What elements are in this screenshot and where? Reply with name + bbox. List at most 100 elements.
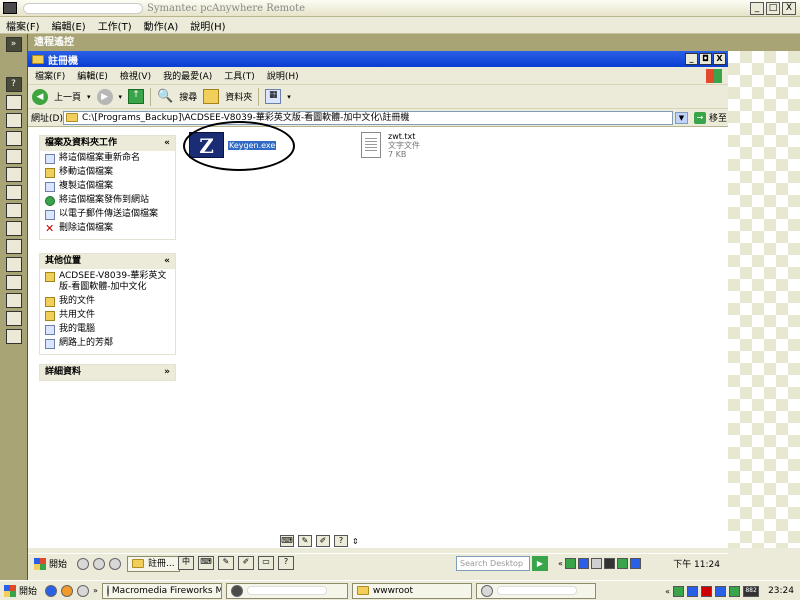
- tray-icon[interactable]: [590, 558, 602, 569]
- refresh-icon[interactable]: [5, 167, 22, 182]
- details-header[interactable]: 詳細資料 »: [40, 365, 175, 380]
- explorer-menu-tools[interactable]: 工具(T): [224, 69, 255, 82]
- menu-task[interactable]: 工作(T): [98, 18, 132, 33]
- tray-icon[interactable]: [729, 585, 741, 597]
- place-shared-documents[interactable]: 共用文件: [40, 308, 175, 322]
- explorer-close-button[interactable]: X: [713, 53, 726, 65]
- search-icon[interactable]: 🔍: [157, 89, 173, 104]
- settings-icon[interactable]: [5, 221, 22, 236]
- edit-icon[interactable]: ✐: [238, 556, 254, 570]
- display-icon[interactable]: [5, 275, 22, 290]
- menu-action[interactable]: 動作(A): [144, 18, 179, 33]
- maximize-button[interactable]: □: [766, 2, 780, 15]
- place-network[interactable]: 網路上的芳鄰: [40, 336, 175, 354]
- explorer-menu-favorites[interactable]: 我的最愛(A): [163, 69, 212, 82]
- taskbar-button-explorer[interactable]: 註冊...: [127, 555, 180, 572]
- tray-icon[interactable]: [673, 585, 685, 597]
- search-button[interactable]: 搜尋: [179, 90, 197, 103]
- taskbar-button-pcanywhere[interactable]: [225, 582, 348, 599]
- menu-edit[interactable]: 編輯(E): [52, 18, 86, 33]
- monitor-icon[interactable]: [5, 203, 22, 218]
- chevron-down-icon[interactable]: ▾: [119, 93, 123, 101]
- ime-icon[interactable]: 中: [178, 556, 194, 570]
- close-button[interactable]: X: [782, 2, 796, 15]
- explorer-restore-button[interactable]: ◘: [699, 53, 712, 65]
- explorer-menu-view[interactable]: 檢視(V): [120, 69, 151, 82]
- task-move[interactable]: 移動這個檔案: [40, 165, 175, 179]
- collapse-icon[interactable]: «: [164, 254, 170, 269]
- file-tasks-header[interactable]: 檔案及資料夾工作 «: [40, 136, 175, 151]
- address-input[interactable]: C:\[Programs_Backup]\ACDSEE-V8039-華彩英文版-…: [63, 110, 673, 125]
- taskbar-button-drive[interactable]: [475, 582, 596, 599]
- folders-button[interactable]: 資料夾: [225, 90, 252, 103]
- options-icon[interactable]: ⇕: [352, 537, 359, 546]
- menu-help[interactable]: 說明(H): [190, 18, 225, 33]
- quicklaunch-more-icon[interactable]: »: [93, 586, 98, 595]
- tray-icon[interactable]: [577, 558, 589, 569]
- address-dropdown-icon[interactable]: ▼: [675, 111, 688, 124]
- task-delete[interactable]: ✕ 刪除這個檔案: [40, 221, 175, 239]
- keyboard-icon[interactable]: ⌨: [280, 535, 294, 547]
- tray-icon[interactable]: [629, 558, 641, 569]
- go-arrow-icon[interactable]: →: [694, 111, 706, 124]
- ctrl-alt-del-icon[interactable]: [5, 185, 22, 200]
- folders-icon[interactable]: [203, 89, 220, 104]
- other-places-header[interactable]: 其他位置 «: [40, 254, 175, 269]
- end-session-icon[interactable]: [5, 329, 22, 344]
- task-email[interactable]: 以電子郵件傳送這個檔案: [40, 207, 175, 221]
- explorer-menu-help[interactable]: 說明(H): [267, 69, 299, 82]
- task-rename[interactable]: 將這個檔案重新命名: [40, 151, 175, 165]
- tray-expand-icon[interactable]: «: [558, 559, 563, 568]
- pen-icon[interactable]: ✎: [298, 535, 312, 547]
- quicklaunch-media-icon[interactable]: [93, 557, 106, 570]
- quicklaunch-ie-icon[interactable]: [77, 557, 90, 570]
- quicklaunch-app-icon[interactable]: [77, 584, 90, 597]
- expand-icon[interactable]: »: [164, 365, 170, 380]
- edit-icon[interactable]: ✐: [316, 535, 330, 547]
- chevron-down-icon[interactable]: ▾: [87, 93, 91, 101]
- place-my-computer[interactable]: 我的電腦: [40, 322, 175, 336]
- expand-sidebar-icon[interactable]: »: [5, 37, 22, 52]
- clipboard-icon[interactable]: [5, 239, 22, 254]
- views-icon[interactable]: ▦: [265, 89, 282, 104]
- help-icon[interactable]: ?: [5, 77, 22, 92]
- folder-icon[interactable]: [5, 257, 22, 272]
- chat-icon[interactable]: [5, 149, 22, 164]
- tray-icon[interactable]: [701, 585, 713, 597]
- record-icon[interactable]: [5, 293, 22, 308]
- quicklaunch-app-icon[interactable]: [61, 584, 74, 597]
- pen-icon[interactable]: ✎: [218, 556, 234, 570]
- task-copy[interactable]: 複製這個檔案: [40, 179, 175, 193]
- remote-start-button[interactable]: 開始: [28, 557, 73, 570]
- local-start-button[interactable]: 開始: [0, 584, 41, 597]
- quicklaunch-desktop-icon[interactable]: [109, 557, 122, 570]
- taskbar-button-fireworks[interactable]: Macromedia Fireworks M...: [101, 582, 222, 599]
- tray-icon[interactable]: [603, 558, 615, 569]
- taskbar-button-wwwroot[interactable]: wwwroot: [351, 582, 472, 599]
- collapse-icon[interactable]: «: [164, 136, 170, 151]
- back-arrow-icon[interactable]: ◀: [32, 88, 48, 105]
- tray-expand-icon[interactable]: «: [665, 587, 670, 596]
- tray-icon[interactable]: [687, 585, 699, 597]
- quicklaunch-ie-icon[interactable]: [45, 584, 58, 597]
- explorer-menu-file[interactable]: 檔案(F): [35, 69, 65, 82]
- minimize-button[interactable]: _: [750, 2, 764, 15]
- place-my-documents[interactable]: 我的文件: [40, 294, 175, 308]
- keyboard-icon[interactable]: ⌨: [198, 556, 214, 570]
- explorer-minimize-button[interactable]: _: [685, 53, 698, 65]
- connect-icon[interactable]: [5, 311, 22, 326]
- go-button[interactable]: 移至: [709, 111, 727, 124]
- chevron-down-icon[interactable]: ▾: [287, 93, 291, 101]
- back-button[interactable]: 上一頁: [54, 90, 81, 103]
- session-icon[interactable]: [5, 95, 22, 110]
- desktop-search-input[interactable]: Search Desktop: [456, 556, 530, 571]
- tray-badge[interactable]: 882: [743, 585, 760, 597]
- pad-icon[interactable]: ▭: [258, 556, 274, 570]
- tray-icon[interactable]: [616, 558, 628, 569]
- place-parent-folder[interactable]: ACDSEE-V8039-華彩英文版-看圖軟體-加中文化: [40, 269, 175, 294]
- explorer-menu-edit[interactable]: 編輯(E): [77, 69, 108, 82]
- file-item-zwt[interactable]: zwt.txt 文字文件 7 KB: [361, 132, 420, 159]
- tray-icon[interactable]: [564, 558, 576, 569]
- help-icon[interactable]: ?: [278, 556, 294, 570]
- screen-icon[interactable]: [5, 113, 22, 128]
